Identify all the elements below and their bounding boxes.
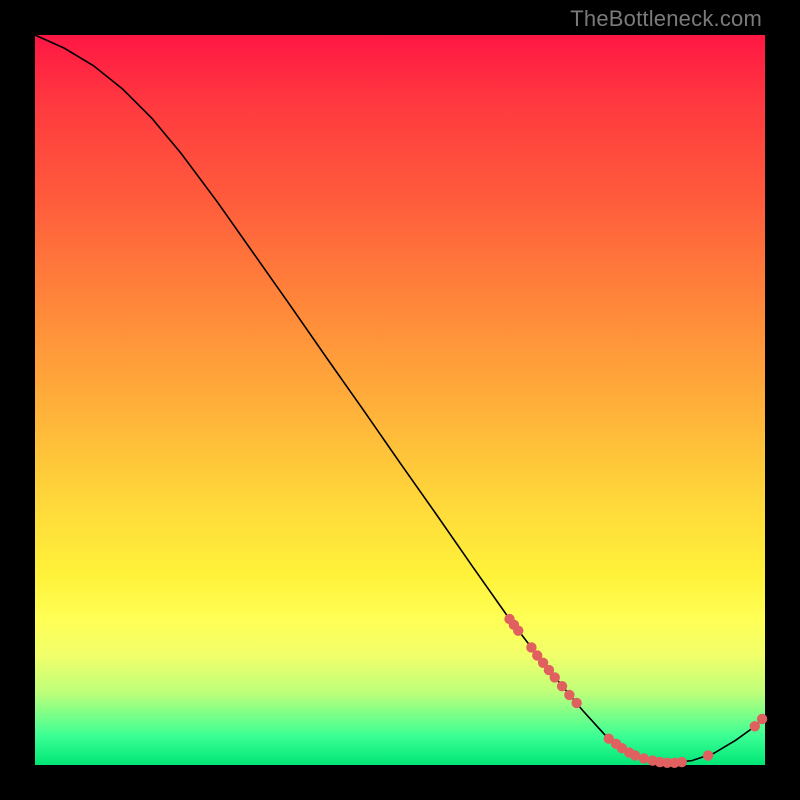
watermark-text: TheBottleneck.com [570, 6, 762, 32]
data-point-marker [513, 625, 523, 635]
data-point-marker [557, 681, 567, 691]
bottleneck-curve [35, 35, 765, 763]
data-point-marker [571, 698, 581, 708]
data-point-marker [677, 757, 687, 767]
data-point-marker [703, 750, 713, 760]
data-point-marker [639, 753, 649, 763]
data-point-marker [757, 714, 767, 724]
data-point-marker [550, 672, 560, 682]
chart-svg [35, 35, 765, 765]
data-point-marker [564, 690, 574, 700]
